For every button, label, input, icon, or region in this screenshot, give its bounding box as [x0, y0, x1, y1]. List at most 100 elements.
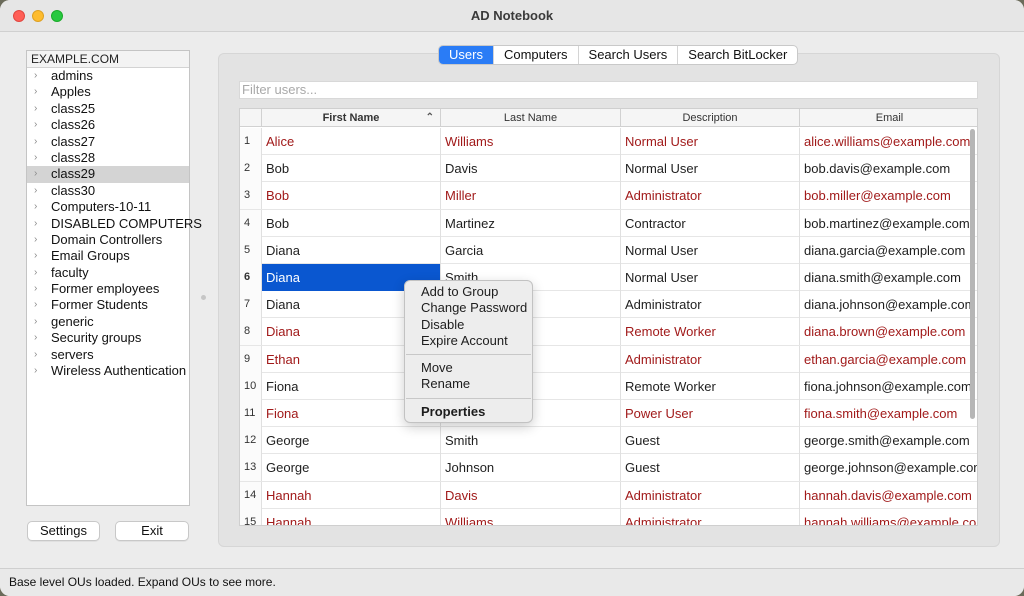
row-number[interactable]: 1: [240, 128, 261, 155]
row-number[interactable]: 5: [240, 236, 261, 264]
tree-item-generic[interactable]: › generic: [27, 314, 189, 330]
tree-item-class29[interactable]: › class29: [27, 166, 189, 183]
chevron-right-icon[interactable]: ›: [34, 150, 37, 166]
cell-email[interactable]: george.johnson@example.com: [799, 454, 977, 482]
tree-item-wireless-authentication[interactable]: › Wireless Authentication: [27, 363, 189, 379]
tree-item-former-students[interactable]: › Former Students: [27, 297, 189, 313]
tree-item-servers[interactable]: › servers: [27, 347, 189, 363]
row-number[interactable]: 11: [240, 400, 261, 427]
cell-desc[interactable]: Guest: [620, 454, 799, 482]
cell-desc[interactable]: Contractor: [620, 209, 799, 237]
chevron-right-icon[interactable]: ›: [34, 281, 37, 297]
cell-first[interactable]: Bob: [261, 155, 440, 183]
cell-email[interactable]: george.smith@example.com: [799, 427, 977, 455]
cell-last[interactable]: Johnson: [440, 454, 620, 482]
cell-email[interactable]: bob.davis@example.com: [799, 155, 977, 183]
cell-first[interactable]: Bob: [261, 182, 440, 210]
cell-desc[interactable]: Administrator: [620, 345, 799, 373]
chevron-right-icon[interactable]: ›: [34, 248, 37, 264]
cell-first[interactable]: Diana: [261, 236, 440, 264]
table-row[interactable]: 10FionaJohnsonRemote Workerfiona.johnson…: [240, 372, 977, 400]
tree-item-faculty[interactable]: › faculty: [27, 265, 189, 281]
cell-desc[interactable]: Administrator: [620, 182, 799, 210]
column-header-description[interactable]: Description: [620, 109, 799, 127]
cell-email[interactable]: diana.johnson@example.com: [799, 291, 977, 319]
cell-desc[interactable]: Remote Worker: [620, 372, 799, 400]
vertical-scrollbar[interactable]: [970, 129, 975, 419]
tab-computers[interactable]: Computers: [492, 46, 578, 64]
cell-email[interactable]: hannah.davis@example.com: [799, 481, 977, 509]
table-row[interactable]: 13 George Johnson Guest george.johnson@examp…: [240, 454, 977, 482]
row-number[interactable]: 2: [240, 155, 261, 183]
tree-item-disabled-computers[interactable]: › DISABLED COMPUTERS: [27, 216, 202, 232]
menu-item-properties[interactable]: Properties: [405, 404, 532, 420]
tree-item-admins[interactable]: › admins: [27, 68, 189, 84]
column-header-first-name[interactable]: First Name ⌃: [261, 109, 440, 127]
column-header-last-name[interactable]: Last Name: [440, 109, 620, 127]
cell-last[interactable]: Miller: [440, 182, 620, 210]
row-number[interactable]: 12: [240, 427, 261, 455]
chevron-right-icon[interactable]: ›: [34, 232, 37, 248]
cell-last[interactable]: Williams: [440, 128, 620, 155]
cell-last[interactable]: Davis: [440, 155, 620, 183]
table-row[interactable]: 8DianaBrownRemote Workerdiana.brown@exam…: [240, 318, 977, 346]
row-number[interactable]: 15: [240, 508, 261, 525]
menu-item-add-to-group[interactable]: Add to Group: [405, 284, 532, 300]
chevron-right-icon[interactable]: ›: [34, 297, 37, 313]
chevron-right-icon[interactable]: ›: [34, 330, 37, 346]
table-row[interactable]: 1 Alice Williams Normal User alice.williams@…: [240, 128, 977, 156]
row-number[interactable]: 7: [240, 291, 261, 319]
cell-email[interactable]: diana.smith@example.com: [799, 264, 977, 291]
menu-item-rename[interactable]: Rename: [405, 376, 532, 392]
cell-first[interactable]: Alice: [261, 128, 440, 155]
chevron-right-icon[interactable]: ›: [34, 166, 37, 182]
cell-first[interactable]: George: [261, 427, 440, 455]
cell-desc[interactable]: Remote Worker: [620, 318, 799, 346]
cell-desc[interactable]: Normal User: [620, 236, 799, 264]
table-row[interactable]: 7DianaJohnsonAdministratordiana.johnson@…: [240, 291, 977, 319]
cell-desc[interactable]: Guest: [620, 427, 799, 455]
row-number[interactable]: 6: [240, 264, 261, 291]
cell-desc[interactable]: Normal User: [620, 155, 799, 183]
cell-desc[interactable]: Power User: [620, 400, 799, 427]
tree-item-computers-10-11[interactable]: › Computers-10-11: [27, 199, 189, 215]
menu-item-change-password[interactable]: Change Password: [405, 300, 532, 316]
cell-email[interactable]: diana.brown@example.com: [799, 318, 977, 346]
cell-first[interactable]: Hannah: [261, 508, 440, 525]
row-number[interactable]: 4: [240, 209, 261, 237]
filter-users-input[interactable]: Filter users...: [239, 81, 978, 99]
row-number[interactable]: 8: [240, 318, 261, 346]
exit-button[interactable]: Exit: [115, 521, 189, 541]
chevron-right-icon[interactable]: ›: [34, 314, 37, 330]
cell-email[interactable]: bob.martinez@example.com: [799, 209, 977, 237]
cell-desc[interactable]: Normal User: [620, 128, 799, 155]
tab-users[interactable]: Users: [439, 46, 493, 64]
chevron-right-icon[interactable]: ›: [34, 134, 37, 150]
cell-last[interactable]: Williams: [440, 508, 620, 525]
tree-item-apples[interactable]: › Apples: [27, 84, 189, 100]
tree-item-class28[interactable]: › class28: [27, 150, 189, 166]
table-row[interactable]: 12 George Smith Guest george.smith@example.c…: [240, 427, 977, 455]
table-row[interactable]: 5 Diana Garcia Normal User diana.garcia@exam…: [240, 236, 977, 264]
cell-desc[interactable]: Administrator: [620, 508, 799, 525]
chevron-right-icon[interactable]: ›: [34, 183, 37, 199]
table-row[interactable]: 6 Diana Smith Normal User diana.smith@exampl…: [240, 264, 977, 292]
cell-email[interactable]: ethan.garcia@example.com: [799, 345, 977, 373]
cell-email[interactable]: bob.miller@example.com: [799, 182, 977, 210]
tree-item-email-groups[interactable]: › Email Groups: [27, 248, 189, 264]
cell-first[interactable]: George: [261, 454, 440, 482]
splitter-handle[interactable]: [201, 295, 206, 300]
row-number[interactable]: 9: [240, 345, 261, 373]
chevron-right-icon[interactable]: ›: [34, 216, 37, 232]
table-row[interactable]: 14 Hannah Davis Administrator hannah.davis@e…: [240, 481, 977, 509]
cell-email[interactable]: fiona.johnson@example.com: [799, 372, 977, 400]
tree-item-security-groups[interactable]: › Security groups: [27, 330, 189, 346]
menu-item-disable[interactable]: Disable: [405, 317, 532, 333]
cell-email[interactable]: diana.garcia@example.com: [799, 236, 977, 264]
cell-last[interactable]: Smith: [440, 427, 620, 455]
cell-last[interactable]: Garcia: [440, 236, 620, 264]
table-row[interactable]: 15 Hannah Williams Administrator hannah.will…: [240, 508, 977, 525]
chevron-right-icon[interactable]: ›: [34, 117, 37, 133]
tree-item-class25[interactable]: › class25: [27, 101, 189, 117]
cell-email[interactable]: hannah.williams@example.com: [799, 508, 977, 525]
